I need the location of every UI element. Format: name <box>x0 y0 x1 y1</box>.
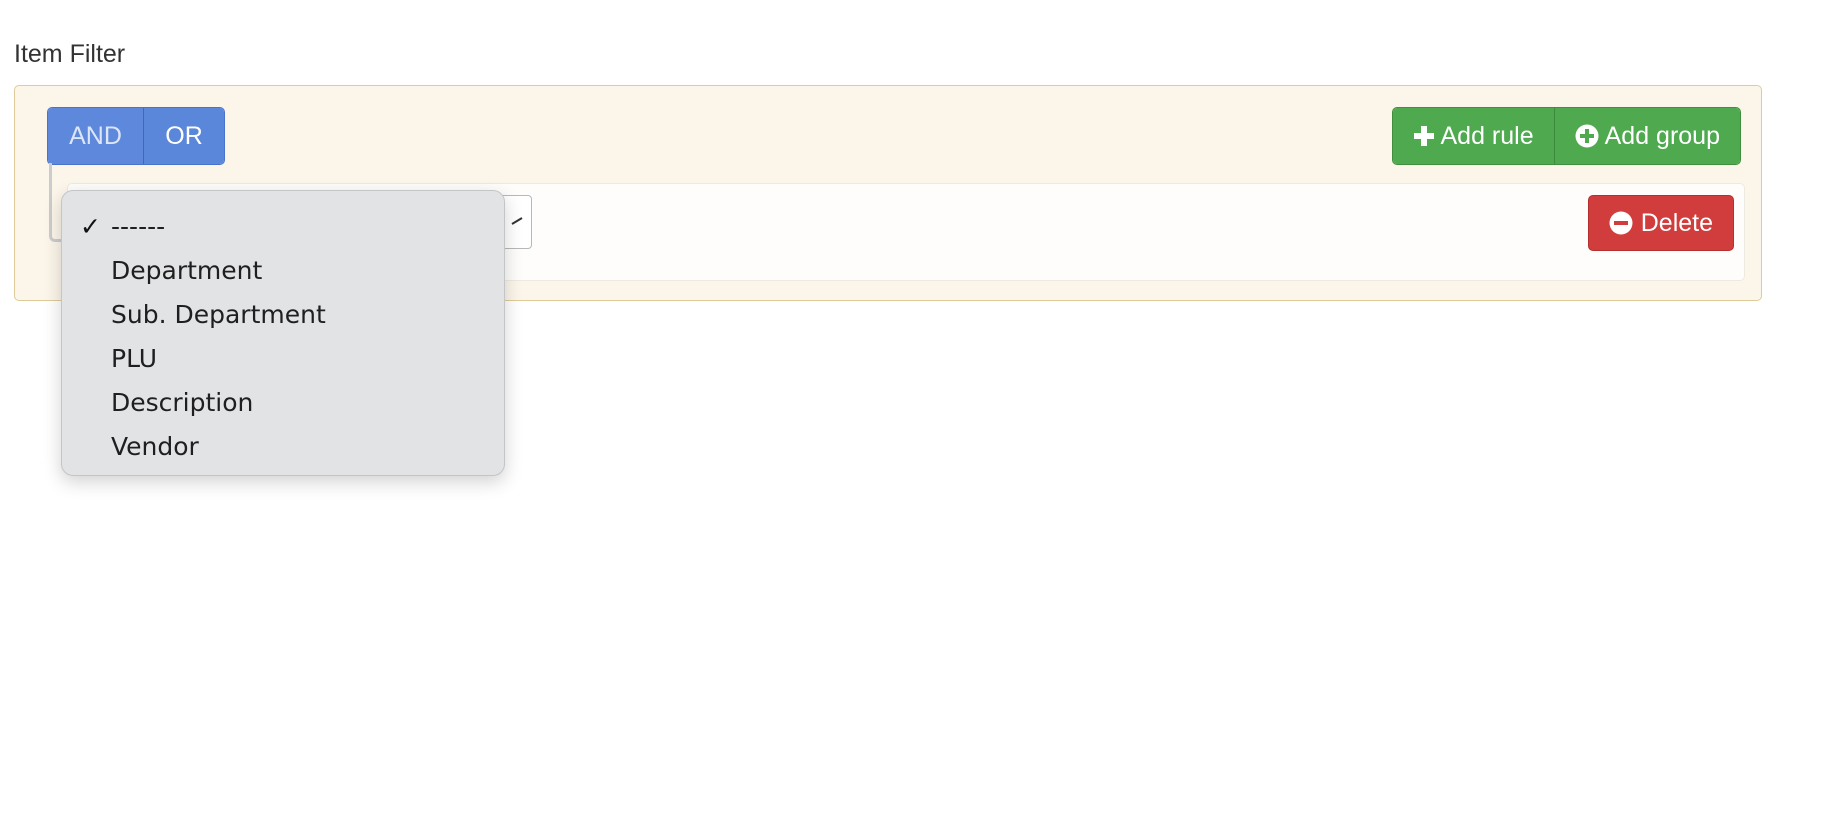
chevron-down-icon <box>511 214 523 230</box>
dropdown-option-plu[interactable]: PLU <box>62 337 504 381</box>
dropdown-option-label: Sub. Department <box>111 300 326 329</box>
plus-icon <box>1413 125 1435 147</box>
filter-title: Item Filter <box>14 40 126 68</box>
dropdown-option-label: Department <box>111 256 263 285</box>
dropdown-option-vendor[interactable]: Vendor <box>62 425 504 469</box>
add-rule-button[interactable]: Add rule <box>1392 108 1554 164</box>
condition-or-button[interactable]: OR <box>144 108 224 164</box>
page: Item Filter AND OR Add rule Add group De… <box>0 0 1822 828</box>
group-conditions: AND OR <box>47 107 225 165</box>
dropdown-option-sub-department[interactable]: Sub. Department <box>62 293 504 337</box>
add-group-label: Add group <box>1604 121 1720 150</box>
plus-circle-icon <box>1575 124 1599 148</box>
dropdown-option-label: Description <box>111 388 254 417</box>
add-group-button[interactable]: Add group <box>1553 108 1740 164</box>
delete-rule-button[interactable]: Delete <box>1587 195 1734 251</box>
delete-label: Delete <box>1640 208 1713 237</box>
condition-and-button[interactable]: AND <box>48 108 144 164</box>
minus-circle-icon <box>1609 211 1633 235</box>
field-dropdown-menu: ✓ ------ Department Sub. Department PLU … <box>61 190 505 476</box>
checkmark-icon: ✓ <box>80 212 101 241</box>
dropdown-option-department[interactable]: Department <box>62 249 504 293</box>
dropdown-option-label: ------ <box>111 212 166 241</box>
group-actions: Add rule Add group <box>1391 107 1741 165</box>
dropdown-option-label: Vendor <box>111 432 199 461</box>
dropdown-option-empty[interactable]: ✓ ------ <box>62 205 504 249</box>
add-rule-label: Add rule <box>1440 121 1534 150</box>
dropdown-option-description[interactable]: Description <box>62 381 504 425</box>
dropdown-option-label: PLU <box>111 344 158 373</box>
